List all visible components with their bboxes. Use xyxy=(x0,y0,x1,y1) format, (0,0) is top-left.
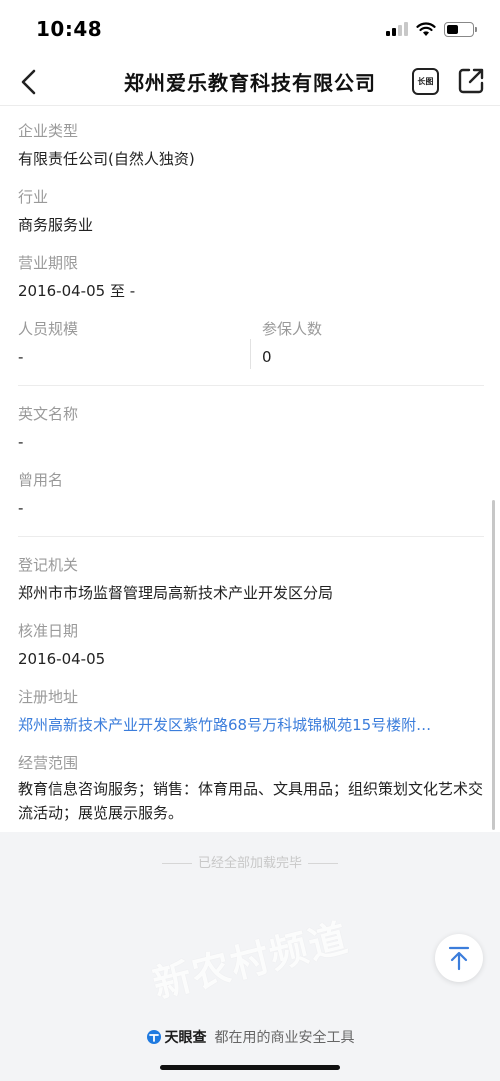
page-title: 郑州爱乐教育科技有限公司 xyxy=(124,71,376,95)
business-scope-label: 经营范围 xyxy=(18,754,79,772)
brand-logo: 天眼查 xyxy=(146,1027,207,1047)
approval-date-label: 核准日期 xyxy=(18,622,79,640)
business-scope-value: 教育信息咨询服务；销售：体育用品、文具用品；组织策划文化艺术交流活动；展览展示服… xyxy=(18,780,484,822)
long-image-button[interactable]: 长图 xyxy=(412,68,439,95)
company-type-value: 有限责任公司(自然人独资) xyxy=(18,150,195,168)
cellular-signal-icon xyxy=(386,22,408,36)
end-note-text: 已经全部加载完毕 xyxy=(197,856,302,871)
field-industry: 行业 商务服务业 xyxy=(0,187,500,235)
insured-count-value: 0 xyxy=(262,348,272,366)
footer-slogan: 都在用的商业安全工具 xyxy=(214,1030,355,1046)
field-english-name: 英文名称 - xyxy=(0,404,500,452)
end-of-list-note: 已经全部加载完毕 xyxy=(0,852,500,871)
field-business-scope: 经营范围 教育信息咨询服务；销售：体育用品、文具用品；组织策划文化艺术交流活动；… xyxy=(0,753,500,825)
status-time: 10:48 xyxy=(36,17,103,41)
registered-address-label: 注册地址 xyxy=(18,688,79,706)
english-name-value: - xyxy=(18,433,24,451)
section-divider xyxy=(18,536,484,537)
staff-size-value: - xyxy=(18,348,24,366)
insured-count-label: 参保人数 xyxy=(262,320,323,338)
home-indicator xyxy=(160,1065,340,1070)
nav-bar: 郑州爱乐教育科技有限公司 长图 xyxy=(0,58,500,106)
column-divider xyxy=(250,339,251,369)
industry-label: 行业 xyxy=(18,188,49,206)
field-former-name: 曾用名 - xyxy=(0,470,500,518)
business-term-value: 2016-04-05 至 - xyxy=(18,282,136,300)
field-company-type: 企业类型 有限责任公司(自然人独资) xyxy=(0,121,500,169)
footer: 天眼查 都在用的商业安全工具 xyxy=(0,1027,500,1047)
wifi-icon xyxy=(416,21,436,36)
staff-size-label: 人员规模 xyxy=(18,320,79,338)
field-registered-address: 注册地址 郑州高新技术产业开发区紫竹路68号万科城锦枫苑15号楼附… xyxy=(0,687,500,735)
industry-value: 商务服务业 xyxy=(18,216,94,234)
battery-icon xyxy=(444,21,477,37)
company-info: 企业类型 有限责任公司(自然人独资) 行业 商务服务业 营业期限 2016-04… xyxy=(0,107,500,825)
staff-row: 人员规模 - 参保人数 0 xyxy=(0,319,500,369)
scrollbar[interactable] xyxy=(492,500,495,830)
registration-authority-label: 登记机关 xyxy=(18,556,79,574)
tianyancha-logo-icon xyxy=(146,1030,161,1044)
business-term-label: 营业期限 xyxy=(18,254,79,272)
back-to-top-button[interactable] xyxy=(435,934,483,982)
registered-address-link[interactable]: 郑州高新技术产业开发区紫竹路68号万科城锦枫苑15号楼附… xyxy=(18,715,480,735)
long-image-label: 长图 xyxy=(417,77,434,86)
brand-name: 天眼查 xyxy=(164,1030,207,1046)
field-insured-count: 参保人数 0 xyxy=(245,319,490,367)
former-name-label: 曾用名 xyxy=(18,471,64,489)
status-bar: 10:48 xyxy=(0,0,500,58)
field-approval-date: 核准日期 2016-04-05 xyxy=(0,621,500,669)
english-name-label: 英文名称 xyxy=(18,405,79,423)
registration-authority-value: 郑州市市场监督管理局高新技术产业开发区分局 xyxy=(18,584,334,602)
field-staff-size: 人员规模 - xyxy=(0,319,245,367)
share-icon[interactable] xyxy=(456,66,486,96)
arrow-up-icon xyxy=(448,946,470,971)
former-name-value: - xyxy=(18,499,24,517)
field-registration-authority: 登记机关 郑州市市场监督管理局高新技术产业开发区分局 xyxy=(0,555,500,603)
section-divider xyxy=(18,385,484,386)
status-icons xyxy=(386,21,477,37)
field-business-term: 营业期限 2016-04-05 至 - xyxy=(0,253,500,301)
back-arrow-icon[interactable] xyxy=(14,66,46,98)
company-type-label: 企业类型 xyxy=(18,122,79,140)
approval-date-value: 2016-04-05 xyxy=(18,650,106,668)
